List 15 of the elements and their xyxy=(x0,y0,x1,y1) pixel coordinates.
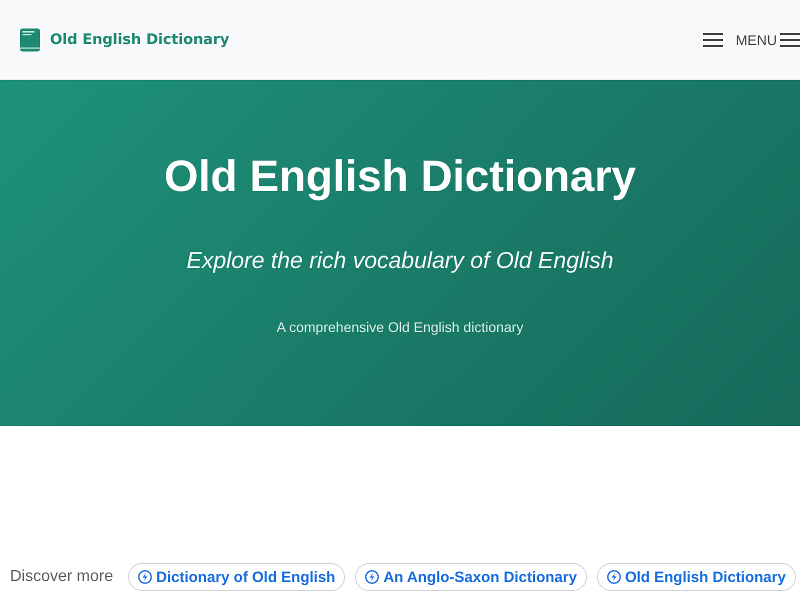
menu-button[interactable]: MENU xyxy=(736,32,800,48)
lightning-icon xyxy=(606,570,621,584)
lightning-icon xyxy=(365,570,380,584)
lightning-icon xyxy=(138,570,152,584)
menu-icon[interactable] xyxy=(702,32,723,46)
discover-link[interactable]: Dictionary of Old English xyxy=(128,563,346,591)
discover-link[interactable]: Old English Dictionary xyxy=(596,563,796,591)
discover-link[interactable]: An Anglo-Saxon Dictionary xyxy=(355,563,587,591)
hero-title: Old English Dictionary xyxy=(163,151,637,203)
hero-tagline: A comprehensive Old English dictionary xyxy=(276,318,524,337)
site-title-link[interactable]: Old English Dictionary xyxy=(19,28,230,52)
discover-label: Discover more xyxy=(10,568,114,586)
menu-icon xyxy=(780,32,800,46)
hero-subtitle: Explore the rich vocabulary of Old English xyxy=(186,246,614,275)
book-icon xyxy=(19,28,41,52)
